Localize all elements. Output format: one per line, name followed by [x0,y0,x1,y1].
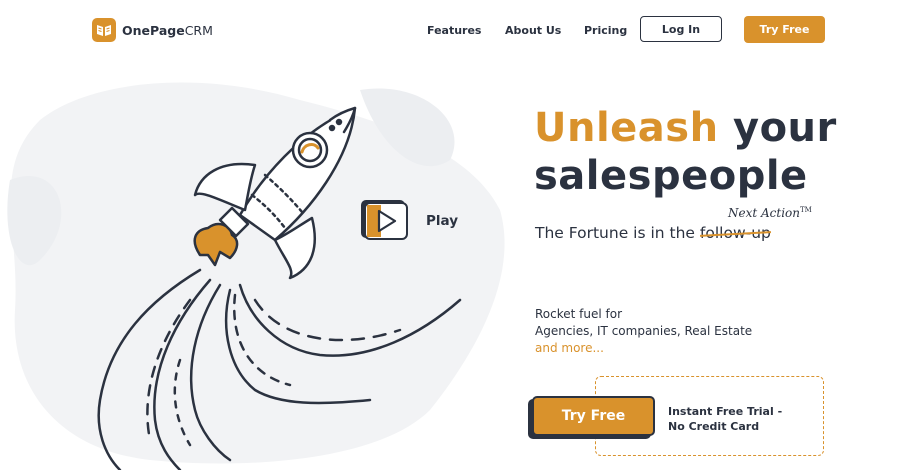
nav-pricing[interactable]: Pricing [584,24,627,37]
logo-text: OnePageCRM [122,22,213,38]
and-more-link[interactable]: and more... [535,340,752,357]
play-icon[interactable] [360,199,410,241]
play-label[interactable]: Play [426,213,458,229]
nav-features[interactable]: Features [427,24,481,37]
try-free-main-button[interactable]: Try Free [532,396,655,436]
hero-title-line2: salespeople [534,153,808,199]
logo[interactable]: OnePageCRM [92,18,213,42]
rocket-fuel-text: Rocket fuel for Agencies, IT companies, … [535,307,753,357]
hero-subtitle: The Fortune is in the follow-up [535,224,771,242]
hero-title: Unleash your salespeople [534,104,837,200]
trial-note: Instant Free Trial - No Credit Card [668,405,783,433]
logo-book-icon [92,18,116,42]
struck-follow-up: follow-up [699,224,771,242]
login-button[interactable]: Log In [640,16,722,42]
rocket-illustration [97,106,462,470]
try-free-header-button[interactable]: Try Free [744,16,825,43]
next-action-annotation: Next ActionTM [728,206,812,220]
hero-title-rest: your [718,105,837,151]
hero-title-accent: Unleash [534,105,719,151]
top-navbar: OnePageCRM Features About Us Pricing Log… [0,0,910,60]
nav-about-us[interactable]: About Us [505,24,561,37]
